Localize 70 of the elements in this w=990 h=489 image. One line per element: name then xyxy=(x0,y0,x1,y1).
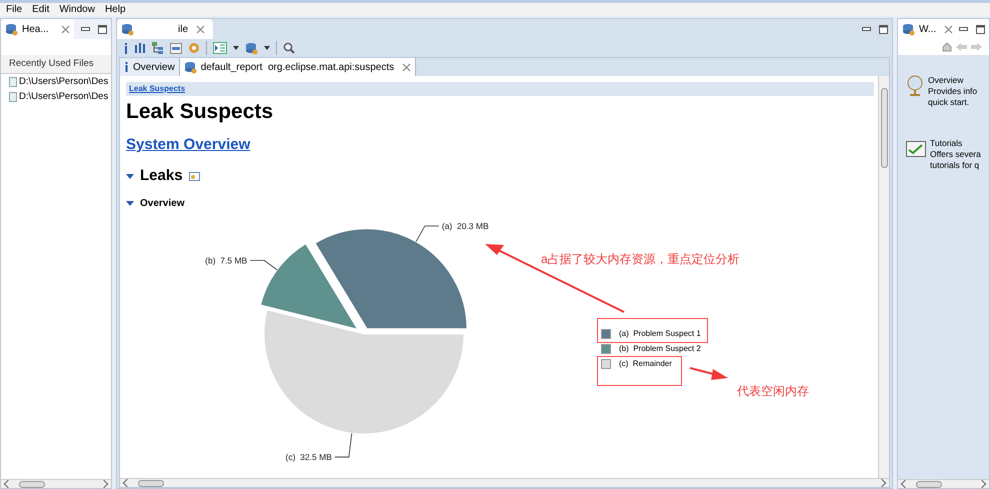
details-icon[interactable] xyxy=(188,172,200,180)
close-icon[interactable] xyxy=(196,24,206,34)
maximize-icon[interactable] xyxy=(976,24,985,34)
annotation-note: 代表空闲内存 xyxy=(737,383,809,400)
close-icon[interactable] xyxy=(944,24,954,34)
chart-board-icon[interactable] xyxy=(906,141,926,157)
item-description: Provides info xyxy=(928,86,978,97)
file-icon xyxy=(9,92,17,102)
slice-label: (a) 20.3 MB xyxy=(442,220,489,231)
close-icon[interactable] xyxy=(402,62,412,72)
file-icon xyxy=(9,76,17,87)
vertical-scrollbar[interactable] xyxy=(878,76,889,478)
bar-chart-icon[interactable] xyxy=(135,43,146,53)
tree-icon[interactable] xyxy=(152,42,164,54)
item-description: Offers severa xyxy=(930,149,981,160)
menu-item[interactable]: Edit xyxy=(32,4,50,14)
item-description: tutorials for q xyxy=(930,160,980,171)
minimize-icon[interactable] xyxy=(959,27,968,31)
menu-item[interactable]: File xyxy=(6,4,22,14)
maximize-icon[interactable] xyxy=(98,24,107,34)
collapse-icon[interactable] xyxy=(126,199,134,207)
search-icon[interactable] xyxy=(283,42,295,54)
editor-subtab[interactable]: Overview xyxy=(120,58,180,76)
minimize-icon[interactable] xyxy=(862,27,871,31)
menu-item[interactable]: Window xyxy=(59,4,95,14)
horizontal-scrollbar[interactable] xyxy=(120,478,889,487)
editor-tab[interactable]: ile xyxy=(117,19,214,39)
menu-item[interactable]: Help xyxy=(104,4,126,14)
annotation-note: a占据了较大内存资源，重点定位分析 xyxy=(541,251,740,268)
close-icon[interactable] xyxy=(60,24,70,34)
editor-subtab[interactable]: default_report org.eclipse.mat.api:suspects xyxy=(180,58,416,76)
database-icon xyxy=(902,22,915,36)
info-icon[interactable] xyxy=(123,42,129,54)
slice-label: (b) 7.5 MB xyxy=(205,255,248,266)
dropdown-caret-icon[interactable] xyxy=(264,46,270,50)
report-icon[interactable] xyxy=(213,42,227,54)
annotation-arrow xyxy=(689,366,729,382)
leader-line xyxy=(250,260,278,270)
horizontal-scrollbar[interactable] xyxy=(1,479,111,488)
minimize-icon[interactable] xyxy=(81,27,90,31)
breadcrumb-link[interactable]: Leak Suspects xyxy=(129,83,186,95)
slice-label: (c) 32.5 MB xyxy=(286,452,332,462)
database-icon xyxy=(121,22,134,36)
recent-file-entry[interactable]: D:\Users\Person\Des xyxy=(1,74,111,90)
info-icon xyxy=(124,62,129,72)
system-overview-link[interactable]: System Overview xyxy=(126,136,250,154)
database-icon xyxy=(5,22,18,36)
item-title[interactable]: Tutorials xyxy=(930,138,981,149)
subsection-title: Overview xyxy=(140,196,184,210)
database-icon xyxy=(184,60,197,74)
item-title[interactable]: Overview xyxy=(928,75,978,86)
report-title: Leak Suspects xyxy=(126,100,274,124)
globe-icon[interactable] xyxy=(906,75,924,97)
recent-file-entry[interactable]: D:\Users\Person\Des xyxy=(1,89,111,104)
item-description: quick start. xyxy=(928,97,970,108)
horizontal-scrollbar[interactable] xyxy=(898,479,989,488)
dropdown-caret-icon[interactable] xyxy=(233,46,239,50)
legend-label: (a) Problem Suspect 1 xyxy=(619,328,701,340)
leader-line xyxy=(416,226,440,242)
database-icon xyxy=(245,42,258,54)
maximize-icon[interactable] xyxy=(879,24,888,34)
legend-label: (c) Remainder xyxy=(619,358,672,370)
sql-icon[interactable] xyxy=(170,42,182,54)
section-title: Leaks xyxy=(140,166,183,186)
home-icon[interactable] xyxy=(942,42,952,52)
leader-line xyxy=(334,432,352,458)
legend-label: (b) Problem Suspect 2 xyxy=(619,342,701,354)
section-header: Recently Used Files xyxy=(1,55,111,74)
collapse-icon[interactable] xyxy=(126,172,134,180)
panel-tab[interactable]: Hea... xyxy=(1,19,74,39)
